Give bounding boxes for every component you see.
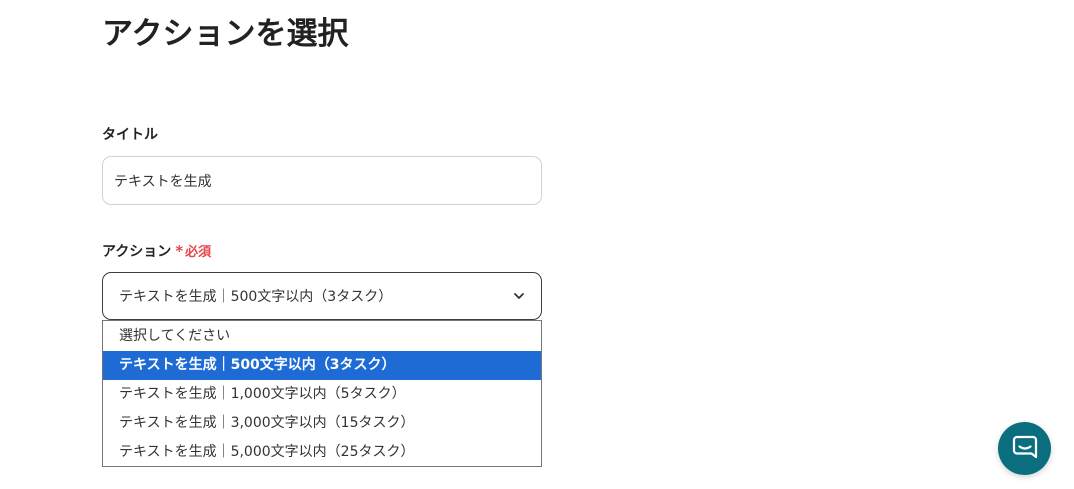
dropdown-option-selected[interactable]: テキストを生成｜500文字以内（3タスク） [103,351,541,380]
dropdown-option[interactable]: 選択してください [103,322,541,351]
action-select-value: テキストを生成｜500文字以内（3タスク） [119,289,393,305]
required-indicator: * 必須 [175,242,212,260]
dropdown-option[interactable]: テキストを生成｜1,000文字以内（5タスク） [103,380,541,409]
chevron-down-icon [511,288,527,304]
dropdown-option[interactable]: テキストを生成｜5,000文字以内（25タスク） [103,438,541,467]
page-title: アクションを選択 [102,16,349,52]
chat-bubble-icon [1012,434,1038,464]
chat-launcher-button[interactable] [998,422,1051,475]
required-star: * [175,242,184,260]
required-text: 必須 [185,245,212,260]
action-label-text: アクション [102,244,172,260]
action-dropdown-list: 選択してください テキストを生成｜500文字以内（3タスク） テキストを生成｜1… [102,320,542,467]
title-input[interactable] [102,156,542,205]
dropdown-option[interactable]: テキストを生成｜3,000文字以内（15タスク） [103,409,541,438]
action-field-label: アクション * 必須 [102,241,211,263]
action-select[interactable]: テキストを生成｜500文字以内（3タスク） [102,272,542,320]
title-field-label: タイトル [102,127,158,143]
